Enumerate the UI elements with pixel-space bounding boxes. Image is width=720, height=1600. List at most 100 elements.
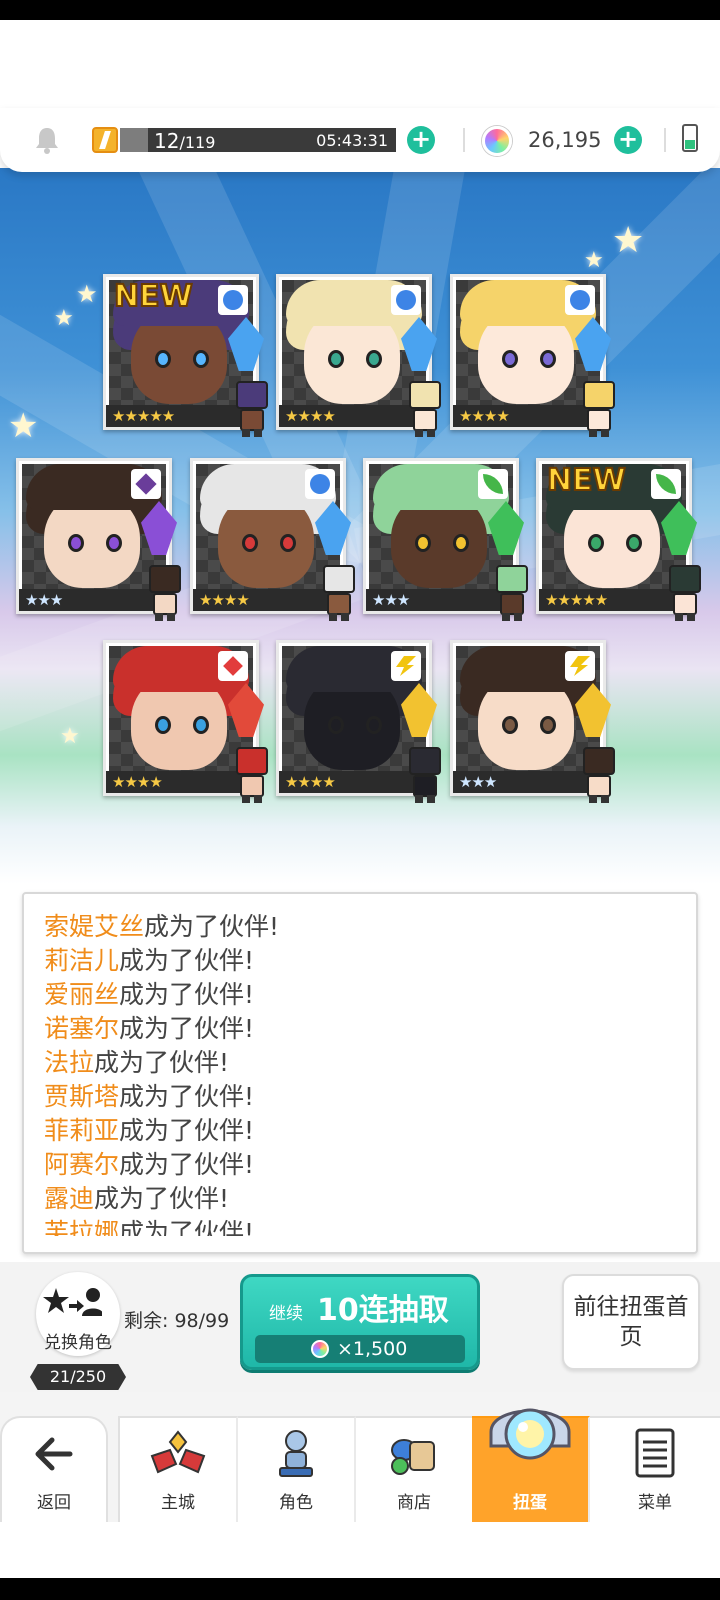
chibi-sprite: [577, 747, 621, 803]
nav-item-gacha[interactable]: 扭蛋: [472, 1408, 590, 1522]
log-entry: 芙拉娜成为了伙伴!: [44, 1216, 664, 1236]
element-water-icon: [391, 285, 421, 315]
character-card[interactable]: ★★★★★ NEW: [103, 274, 268, 437]
chibi-sprite: [403, 381, 447, 437]
log-suffix: 成为了伙伴!: [119, 1082, 255, 1111]
back-button[interactable]: 返回: [0, 1416, 108, 1522]
character-card[interactable]: ★★★★: [103, 640, 268, 803]
goto-gacha-home-button[interactable]: 前往扭蛋首页: [562, 1274, 700, 1370]
resource-bar: 12/119 05:43:31 + 26,195 +: [0, 108, 720, 172]
chibi-sprite: [317, 565, 361, 621]
character-name: 索媞艾丝: [44, 912, 145, 941]
add-stamina-button[interactable]: +: [407, 126, 435, 154]
exchange-count: 21/250: [30, 1364, 126, 1390]
log-suffix: 成为了伙伴!: [119, 1218, 255, 1236]
element-water-icon: [218, 285, 248, 315]
system-status-area: [0, 0, 720, 20]
exchange-character-button[interactable]: 兑换角色 21/250: [30, 1272, 126, 1392]
log-suffix: 成为了伙伴!: [119, 1014, 255, 1043]
sparkle-icon: ★: [54, 306, 74, 331]
nav-label: 角色: [279, 1493, 313, 1513]
character-name: 贾斯塔: [44, 1082, 120, 1111]
character-name: 诺塞尔: [44, 1014, 120, 1043]
result-log-panel[interactable]: 索媞艾丝成为了伙伴! 莉洁儿成为了伙伴! 爱丽丝成为了伙伴! 诺塞尔成为了伙伴! 法拉成…: [22, 892, 698, 1254]
stamina-timer: 05:43:31: [316, 131, 388, 150]
rarity-stars: ★★★★: [112, 773, 163, 791]
bottom-nav: 返回 主城 角色 商店 扭蛋 菜单: [0, 1392, 720, 1522]
pull-ten-label: 10连抽取: [317, 1293, 449, 1328]
character-card[interactable]: ★★★: [16, 458, 181, 621]
character-card[interactable]: ★★★★★ NEW: [536, 458, 701, 621]
bell-icon[interactable]: [34, 126, 60, 154]
rarity-stars: ★★★: [459, 773, 497, 791]
stamina-meter: 12/119 05:43:31: [92, 126, 404, 154]
character-card[interactable]: ★★★★: [276, 274, 441, 437]
character-name: 爱丽丝: [44, 980, 120, 1009]
chibi-sprite: [577, 381, 621, 437]
main-city-icon: [150, 1430, 206, 1474]
action-row: 兑换角色 21/250 剩余: 98/99 继续 10连抽取 ×1,500 前往…: [0, 1262, 720, 1392]
character-card[interactable]: ★★★★: [450, 274, 615, 437]
chibi-sprite: [143, 565, 187, 621]
battery-icon: [682, 124, 698, 152]
element-light-icon: [391, 651, 421, 681]
rarity-stars: ★★★: [372, 591, 410, 609]
character-card[interactable]: ★★★★: [276, 640, 441, 803]
element-light-icon: [565, 651, 595, 681]
pull-continue-label: 继续: [269, 1304, 303, 1324]
log-entry: 索媞艾丝成为了伙伴!: [44, 910, 664, 944]
system-nav-area: [0, 1578, 720, 1600]
log-suffix: 成为了伙伴!: [94, 1048, 230, 1077]
log-entry: 贾斯塔成为了伙伴!: [44, 1080, 664, 1114]
nav-item-main-city[interactable]: 主城: [120, 1416, 238, 1522]
log-suffix: 成为了伙伴!: [144, 912, 280, 941]
log-suffix: 成为了伙伴!: [119, 1150, 255, 1179]
log-suffix: 成为了伙伴!: [119, 946, 255, 975]
new-badge: NEW: [546, 462, 627, 499]
nav-item-menu[interactable]: 菜单: [590, 1416, 720, 1522]
character-card[interactable]: ★★★: [450, 640, 615, 803]
gacha-result-scene: ★ ★ ★ ★ ★ ★ ★★★★★ NEW ★★★★ ★★★★ ★★★ ★★★★…: [0, 168, 720, 884]
pull-cost: ×1,500: [255, 1335, 465, 1363]
character-name: 莉洁儿: [44, 946, 120, 975]
chibi-sprite: [230, 747, 274, 803]
log-suffix: 成为了伙伴!: [119, 980, 255, 1009]
nav-item-characters[interactable]: 角色: [238, 1416, 356, 1522]
log-entry: 菲莉亚成为了伙伴!: [44, 1114, 664, 1148]
sparkle-icon: ★: [612, 220, 645, 261]
character-name: 菲莉亚: [44, 1116, 120, 1145]
nav-item-shop[interactable]: 商店: [356, 1416, 474, 1522]
gem-icon: [311, 1340, 329, 1358]
element-water-icon: [565, 285, 595, 315]
rarity-stars: ★★★★★: [545, 591, 608, 609]
nav-label: 菜单: [638, 1493, 672, 1513]
divider: [664, 128, 666, 152]
gacha-orb-icon: [489, 1408, 571, 1460]
log-entry: 法拉成为了伙伴!: [44, 1046, 664, 1080]
character-name: 阿赛尔: [44, 1150, 120, 1179]
log-entry: 诺塞尔成为了伙伴!: [44, 1012, 664, 1046]
element-fire-icon: [218, 651, 248, 681]
add-gems-button[interactable]: +: [614, 126, 642, 154]
chibi-sprite: [230, 381, 274, 437]
log-suffix: 成为了伙伴!: [119, 1116, 255, 1145]
remaining-count: 剩余: 98/99: [124, 1310, 230, 1332]
stamina-count: 12/119: [154, 129, 216, 153]
log-entry: 露迪成为了伙伴!: [44, 1182, 664, 1216]
character-name: 法拉: [44, 1048, 95, 1077]
character-card[interactable]: ★★★★: [190, 458, 355, 621]
menu-list-icon: [635, 1428, 675, 1478]
chibi-sprite: [663, 565, 707, 621]
log-entry: 阿赛尔成为了伙伴!: [44, 1148, 664, 1182]
result-log-list: 索媞艾丝成为了伙伴! 莉洁儿成为了伙伴! 爱丽丝成为了伙伴! 诺塞尔成为了伙伴! 法拉成…: [44, 910, 664, 1236]
pull-ten-button[interactable]: 继续 10连抽取 ×1,500: [240, 1274, 480, 1370]
log-suffix: 成为了伙伴!: [94, 1184, 230, 1213]
character-card[interactable]: ★★★: [363, 458, 528, 621]
character-name: 露迪: [44, 1184, 95, 1213]
log-entry: 爱丽丝成为了伙伴!: [44, 978, 664, 1012]
element-water-icon: [305, 469, 335, 499]
element-dark-icon: [131, 469, 161, 499]
gem-icon: [482, 126, 512, 156]
bottom-spacer: [0, 1522, 720, 1578]
sparkle-icon: ★: [8, 406, 39, 446]
